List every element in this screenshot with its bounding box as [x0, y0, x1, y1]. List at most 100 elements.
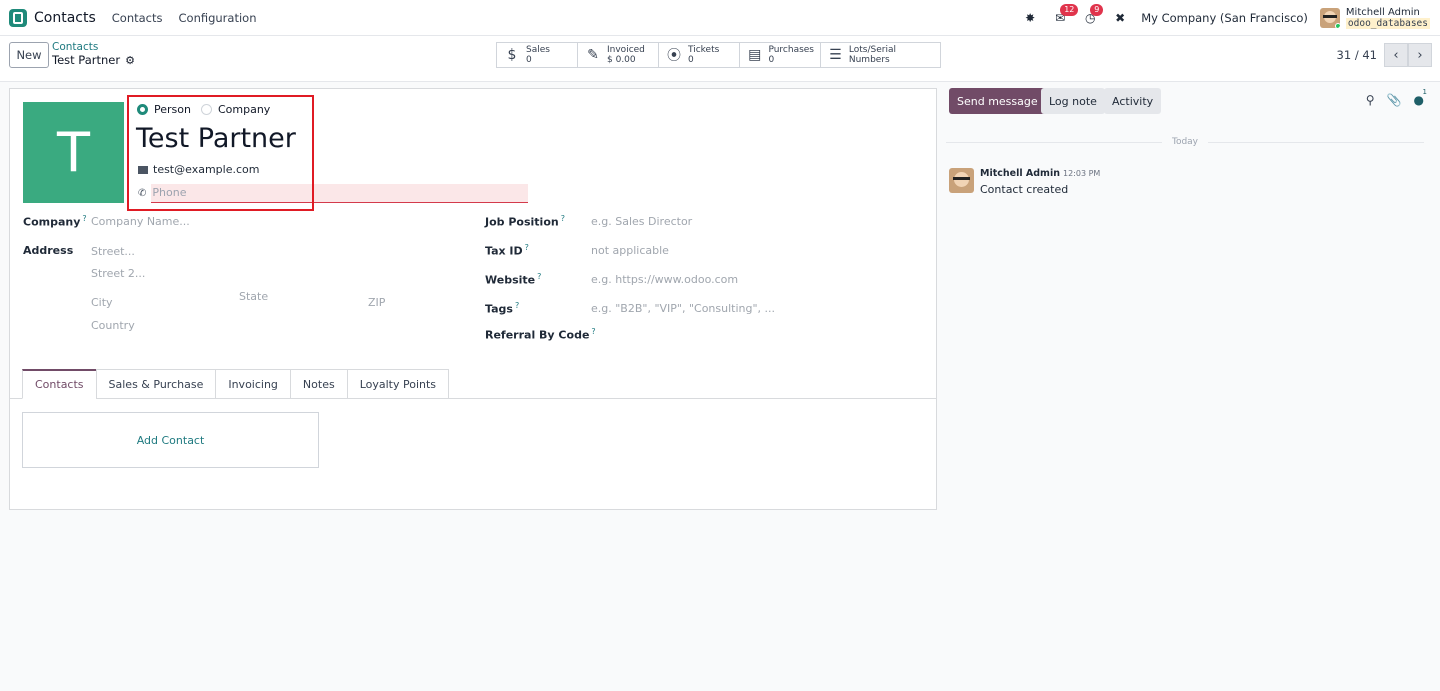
city-input[interactable]: City [91, 296, 113, 309]
smart-button-tickets[interactable]: ⦿ Tickets 0 [658, 42, 740, 68]
activities-badge: 9 [1090, 4, 1104, 16]
pager-value[interactable]: 31 / 41 [1337, 48, 1377, 62]
company-name-input[interactable]: Company Name... [91, 215, 190, 228]
new-button[interactable]: New [9, 42, 49, 68]
bars-icon: ☰ [829, 47, 842, 63]
tags-input[interactable]: e.g. "B2B", "VIP", "Consulting", ... [591, 302, 775, 315]
tax-id-input[interactable]: not applicable [591, 244, 669, 257]
job-position-input[interactable]: e.g. Sales Director [591, 215, 692, 228]
smart-button-invoiced[interactable]: ✎ Invoiced $ 0.00 [577, 42, 659, 68]
paperclip-icon[interactable]: 📎 [1387, 93, 1402, 107]
tab-sales-purchase[interactable]: Sales & Purchase [95, 369, 217, 399]
messages-badge: 12 [1060, 4, 1079, 16]
message-text: Contact created [980, 183, 1069, 196]
website-label: Website? [485, 272, 542, 287]
smart-value: 0 [768, 55, 775, 65]
credit-card-icon: ▤ [748, 47, 762, 63]
state-input[interactable]: State [239, 290, 268, 303]
lifebuoy-icon: ⦿ [667, 48, 681, 64]
radio-company[interactable] [200, 104, 212, 115]
user-name: Mitchell Admin [1345, 7, 1420, 18]
user-avatar [1319, 8, 1340, 28]
street2-input[interactable]: Street 2... [91, 267, 145, 280]
notebook-tabs: Contacts Sales & Purchase Invoicing Note… [22, 369, 450, 399]
tab-invoicing[interactable]: Invoicing [215, 369, 291, 399]
separator-text: Today [1171, 137, 1199, 147]
tab-loyalty-points[interactable]: Loyalty Points [346, 369, 450, 399]
add-contact-button[interactable]: Add Contact [22, 412, 319, 468]
dollar-icon: $ [507, 47, 517, 63]
breadcrumb: Contacts Test Partner ⚙ [52, 41, 135, 67]
database-name: odoo_databases [1345, 18, 1430, 29]
address-label: Address [23, 244, 74, 257]
phone-icon: ✆ [138, 188, 147, 199]
gear-icon[interactable]: ⚙ [125, 54, 135, 67]
smart-button-sales[interactable]: $ Sales 0 [496, 42, 578, 68]
control-panel: New Contacts Test Partner ⚙ $ Sales 0 ✎ I… [0, 36, 1440, 82]
partner-avatar[interactable]: T [23, 102, 124, 203]
smart-buttons: $ Sales 0 ✎ Invoiced $ 0.00 ⦿ Tickets 0 ▤ P… [496, 42, 941, 68]
zip-input[interactable]: ZIP [368, 296, 385, 309]
smart-button-purchases[interactable]: ▤ Purchases 0 [739, 42, 821, 68]
message-item: Mitchell Admin 12:03 PM Contact created [949, 168, 1100, 196]
message-author[interactable]: Mitchell Admin 12:03 PM [980, 168, 1100, 179]
form-sheet: T Person Company Test Partner test@examp… [9, 88, 937, 510]
smart-value: 0 [688, 55, 694, 65]
contacts-app-icon[interactable] [9, 8, 27, 27]
smart-value: $ 0.00 [607, 55, 636, 65]
bug-icon[interactable]: ✸ [1021, 9, 1039, 27]
message-time: 12:03 PM [1062, 169, 1101, 178]
country-input[interactable]: Country [91, 319, 135, 332]
menu-configuration[interactable]: Configuration [179, 11, 257, 25]
radio-company-label[interactable]: Company [218, 103, 270, 116]
tools-icon[interactable]: ✖ [1111, 9, 1129, 27]
referral-label: Referral By Code? [485, 327, 596, 342]
company-switcher[interactable]: My Company (San Francisco) [1141, 11, 1308, 25]
app-name[interactable]: Contacts [34, 10, 96, 26]
chatter: Send message Log note Activity ⚲ 📎 ● 1 To… [946, 82, 1440, 691]
tab-notes[interactable]: Notes [289, 369, 348, 399]
smart-value: 0 [526, 55, 532, 65]
smart-button-lots[interactable]: ☰ Lots/Serial Numbers [820, 42, 941, 68]
pager: 31 / 41 ‹ › [1337, 43, 1432, 67]
log-note-button[interactable]: Log note [1041, 88, 1105, 114]
messages-icon[interactable]: ✉ 12 [1051, 4, 1079, 27]
top-navbar: Contacts Contacts Configuration ✸ ✉ 12 ◷ 9… [0, 0, 1440, 36]
phone-field[interactable]: ✆ Phone [138, 184, 529, 203]
smart-label: Invoiced [607, 45, 645, 55]
email-field[interactable]: test@example.com [138, 163, 259, 176]
breadcrumb-current: Test Partner [52, 53, 121, 67]
job-position-label: Job Position? [485, 214, 565, 229]
search-icon[interactable]: ⚲ [1366, 93, 1375, 107]
followers-icon[interactable]: ● 1 [1414, 88, 1427, 107]
email-value: test@example.com [153, 163, 260, 176]
author-avatar[interactable] [949, 168, 974, 193]
edit-icon: ✎ [587, 47, 599, 63]
chatter-toolbar: ⚲ 📎 ● 1 [1354, 88, 1427, 107]
tab-contacts[interactable]: Contacts [22, 369, 97, 399]
tax-id-label: Tax ID? [485, 243, 529, 258]
smart-label: Purchases [768, 45, 814, 55]
phone-input[interactable]: Phone [151, 184, 529, 203]
systray: ✸ ✉ 12 ◷ 9 ✖ My Company (San Francisco) Mi… [1009, 0, 1430, 36]
followers-count: 1 [1422, 88, 1427, 96]
envelope-icon [138, 165, 148, 174]
radio-person-label[interactable]: Person [154, 103, 191, 116]
radio-person[interactable] [137, 104, 148, 115]
website-input[interactable]: e.g. https://www.odoo.com [591, 273, 738, 286]
smart-label: Tickets [688, 45, 720, 55]
smart-label: Lots/Serial Numbers [848, 45, 896, 65]
send-message-button[interactable]: Send message [949, 88, 1046, 114]
online-status-icon [1334, 23, 1340, 28]
partner-name-input[interactable]: Test Partner [136, 123, 296, 154]
chevron-right-icon[interactable]: › [1408, 43, 1432, 67]
clock-icon[interactable]: ◷ 9 [1081, 4, 1104, 27]
activity-button[interactable]: Activity [1104, 88, 1162, 114]
street-input[interactable]: Street... [91, 245, 135, 258]
company-type-selector: Person Company [137, 103, 280, 116]
chevron-left-icon[interactable]: ‹ [1384, 43, 1408, 67]
date-separator: Today [946, 136, 1424, 148]
user-menu[interactable]: Mitchell Admin odoo_databases [1319, 7, 1430, 29]
menu-contacts[interactable]: Contacts [112, 11, 163, 25]
smart-label: Sales [526, 45, 550, 55]
